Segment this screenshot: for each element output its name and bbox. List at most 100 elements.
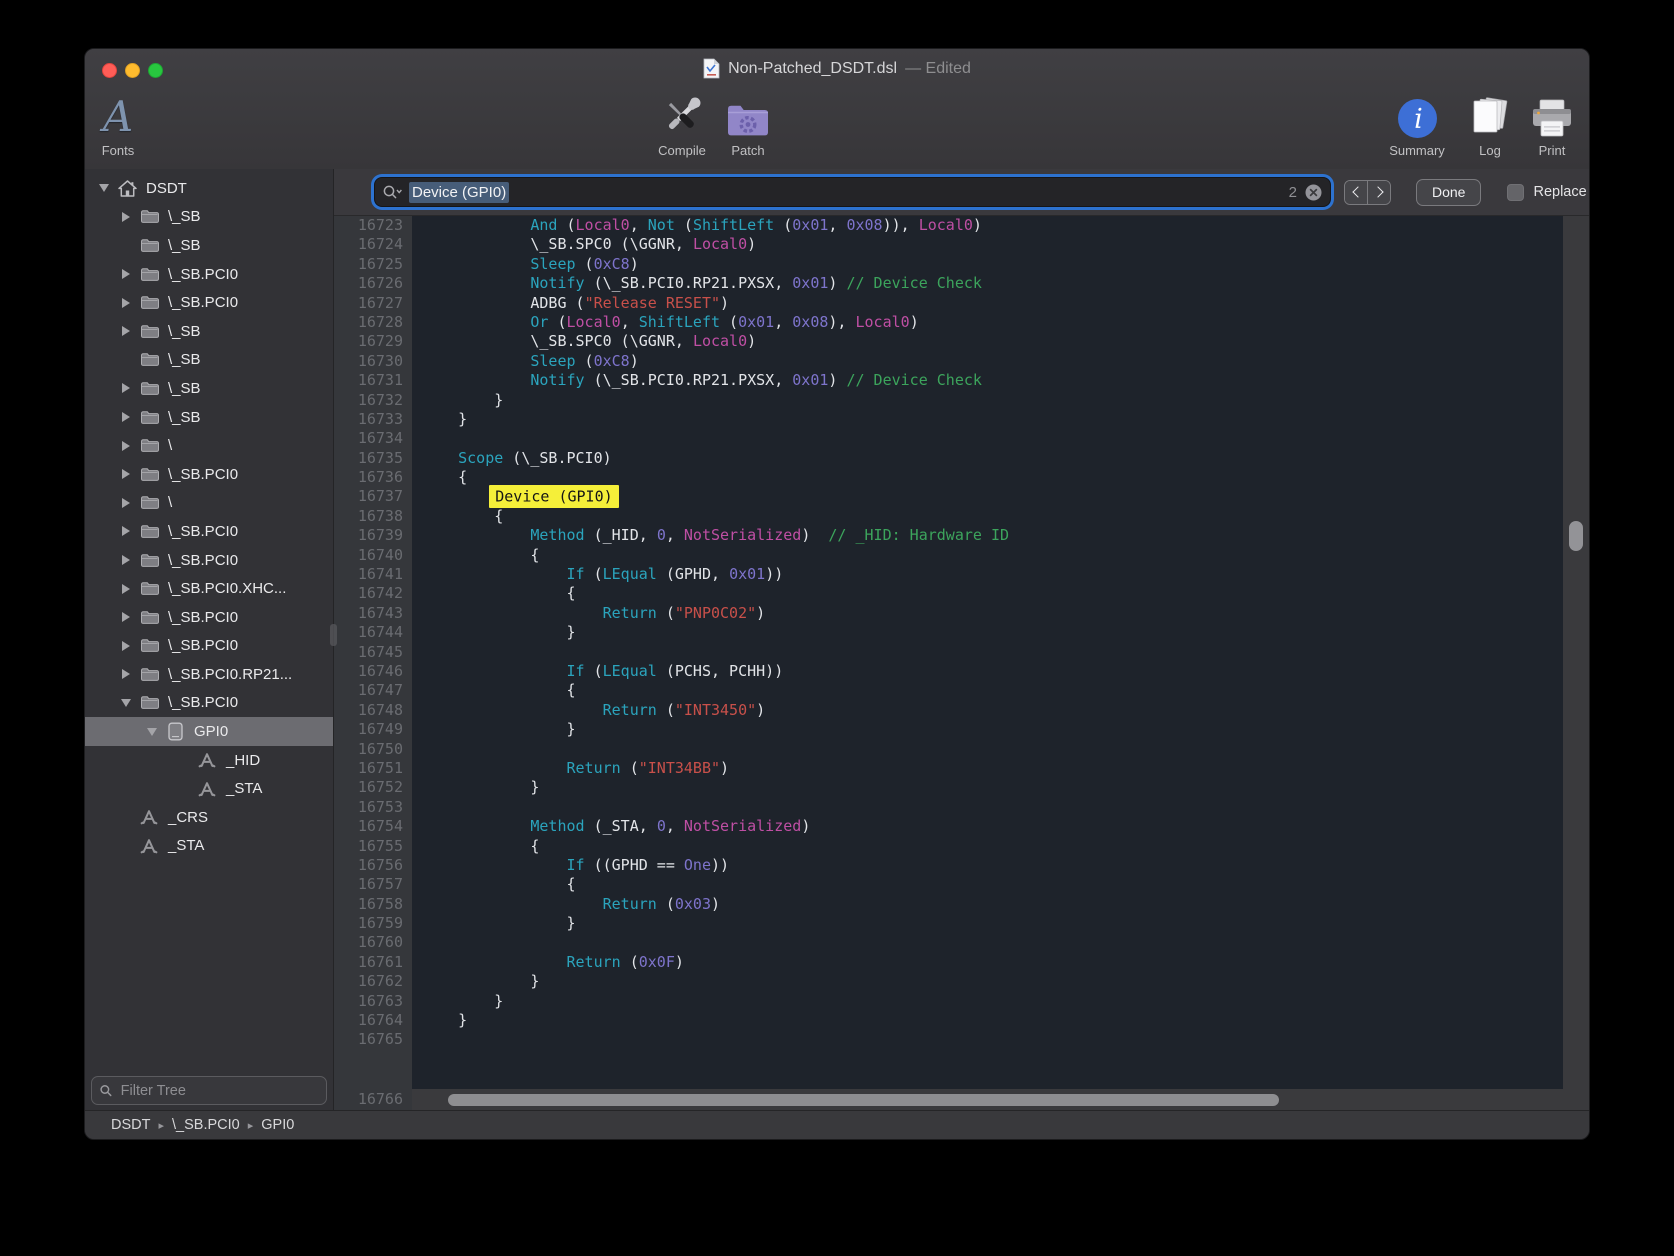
tree-item-sbpci0[interactable]: \_SB.PCI0	[85, 632, 333, 661]
summary-button[interactable]: i Summary	[1377, 91, 1457, 158]
disclosure-right-icon[interactable]	[115, 641, 137, 651]
code-editor[interactable]: And (Local0, Not (ShiftLeft (0x01, 0x08)…	[412, 216, 1563, 1089]
folder-icon	[137, 209, 161, 224]
horizontal-scrollbar-thumb[interactable]	[448, 1094, 1279, 1106]
compile-button[interactable]: Compile	[640, 91, 724, 158]
tree-item-hid[interactable]: _HID	[85, 746, 333, 775]
tree-item-sbpci0[interactable]: \_SB.PCI0	[85, 546, 333, 575]
line-number: 16732	[334, 391, 403, 410]
disclosure-right-icon[interactable]	[115, 526, 137, 536]
tree-item-[interactable]: \	[85, 431, 333, 460]
tree-item-[interactable]: \	[85, 489, 333, 518]
window-header: Non-Patched_DSDT.dsl — Edited A Fonts	[85, 49, 1589, 170]
done-button[interactable]: Done	[1416, 179, 1481, 206]
disclosure-right-icon[interactable]	[115, 469, 137, 479]
sidebar-splitter-handle[interactable]	[330, 624, 337, 646]
horizontal-scrollbar[interactable]	[412, 1089, 1589, 1111]
breadcrumb-segment[interactable]: GPI0	[261, 1117, 294, 1133]
fonts-button[interactable]: A Fonts	[89, 91, 147, 158]
tree-item-sb[interactable]: \_SB	[85, 231, 333, 260]
line-number: 16729	[334, 332, 403, 351]
line-number: 16733	[334, 410, 403, 429]
tree-item-sbpci0rp21[interactable]: \_SB.PCI0.RP21...	[85, 660, 333, 689]
tree-item-sbpci0[interactable]: \_SB.PCI0	[85, 689, 333, 718]
breadcrumb-segment[interactable]: \_SB.PCI0	[172, 1117, 240, 1133]
code-line: Sleep (0xC8)	[422, 255, 1563, 274]
tree-item-sbpci0[interactable]: \_SB.PCI0	[85, 460, 333, 489]
tree-item-sbpci0xhc[interactable]: \_SB.PCI0.XHC...	[85, 574, 333, 603]
tree-item-sb[interactable]: \_SB	[85, 317, 333, 346]
patch-button[interactable]: Patch	[713, 91, 783, 158]
replace-checkbox[interactable]	[1507, 184, 1524, 201]
find-search-field[interactable]: Device (GPI0) 2	[375, 178, 1330, 206]
tree-item-label: \	[168, 437, 172, 454]
code-line: }	[422, 778, 1563, 797]
folder-icon	[137, 295, 161, 310]
disclosure-right-icon[interactable]	[115, 383, 137, 393]
vertical-scrollbar-thumb[interactable]	[1569, 521, 1583, 551]
breadcrumb-segment[interactable]: DSDT	[111, 1117, 150, 1133]
line-number: 16735	[334, 449, 403, 468]
title-bar: Non-Patched_DSDT.dsl — Edited	[85, 58, 1589, 79]
log-button[interactable]: Log	[1461, 91, 1519, 158]
line-number: 16724	[334, 235, 403, 254]
tree-item-sb[interactable]: \_SB	[85, 374, 333, 403]
disclosure-right-icon[interactable]	[115, 212, 137, 222]
disclosure-right-icon[interactable]	[115, 412, 137, 422]
breadcrumb-separator: ▸	[158, 1119, 164, 1132]
line-number: 16749	[334, 720, 403, 739]
code-line: Return ("PNP0C02")	[422, 604, 1563, 623]
filter-tree-field[interactable]	[91, 1076, 327, 1105]
disclosure-down-icon[interactable]	[115, 699, 137, 707]
line-number: 16755	[334, 837, 403, 856]
tree-item-gpi0[interactable]: GPI0	[85, 717, 333, 746]
disclosure-down-icon[interactable]	[93, 184, 115, 192]
tree-item-sb[interactable]: \_SB	[85, 346, 333, 375]
tree-item-label: \_SB.PCI0.RP21...	[168, 666, 292, 683]
search-menu-icon[interactable]	[383, 185, 402, 199]
code-line: }	[422, 720, 1563, 739]
method-icon	[137, 838, 161, 854]
device-icon	[163, 722, 187, 741]
folder-icon	[137, 695, 161, 710]
disclosure-right-icon[interactable]	[115, 298, 137, 308]
tree-item-label: _STA	[226, 780, 262, 797]
tree-item-crs[interactable]: _CRS	[85, 803, 333, 832]
tree-item-label: \_SB.PCI0	[168, 266, 238, 283]
find-next-button[interactable]	[1367, 181, 1390, 204]
tree-item-label: \_SB	[168, 351, 201, 368]
tree-item-sbpci0[interactable]: \_SB.PCI0	[85, 260, 333, 289]
compile-label: Compile	[658, 143, 706, 158]
disclosure-right-icon[interactable]	[115, 441, 137, 451]
code-line: Method (_STA, 0, NotSerialized)	[422, 817, 1563, 836]
disclosure-right-icon[interactable]	[115, 326, 137, 336]
tree-item-sb[interactable]: \_SB	[85, 203, 333, 232]
line-number: 16752	[334, 778, 403, 797]
tree-item-sbpci0[interactable]: \_SB.PCI0	[85, 517, 333, 546]
tree-item-label: \_SB.PCI0	[168, 694, 238, 711]
vertical-scrollbar[interactable]	[1563, 216, 1589, 1089]
tree-item-sta[interactable]: _STA	[85, 832, 333, 861]
code-line	[422, 1030, 1563, 1049]
disclosure-down-icon[interactable]	[141, 728, 163, 736]
tree-item-dsdt[interactable]: DSDT	[85, 174, 333, 203]
line-number: 16757	[334, 875, 403, 894]
disclosure-right-icon[interactable]	[115, 555, 137, 565]
clear-search-icon[interactable]	[1305, 184, 1322, 201]
disclosure-right-icon[interactable]	[115, 269, 137, 279]
window-title-edited: — Edited	[905, 60, 971, 78]
tree-item-sbpci0[interactable]: \_SB.PCI0	[85, 603, 333, 632]
find-previous-button[interactable]	[1345, 181, 1367, 204]
disclosure-right-icon[interactable]	[115, 669, 137, 679]
folder-icon	[137, 553, 161, 568]
line-number: 16725	[334, 255, 403, 274]
tree-item-sbpci0[interactable]: \_SB.PCI0	[85, 288, 333, 317]
tree-item-sta[interactable]: _STA	[85, 774, 333, 803]
disclosure-right-icon[interactable]	[115, 584, 137, 594]
tree-item-sb[interactable]: \_SB	[85, 403, 333, 432]
code-scroll-view: 1672316724167251672616727167281672916730…	[334, 216, 1589, 1089]
print-button[interactable]: Print	[1523, 91, 1581, 158]
disclosure-right-icon[interactable]	[115, 498, 137, 508]
filter-tree-input[interactable]	[119, 1082, 318, 1100]
disclosure-right-icon[interactable]	[115, 612, 137, 622]
